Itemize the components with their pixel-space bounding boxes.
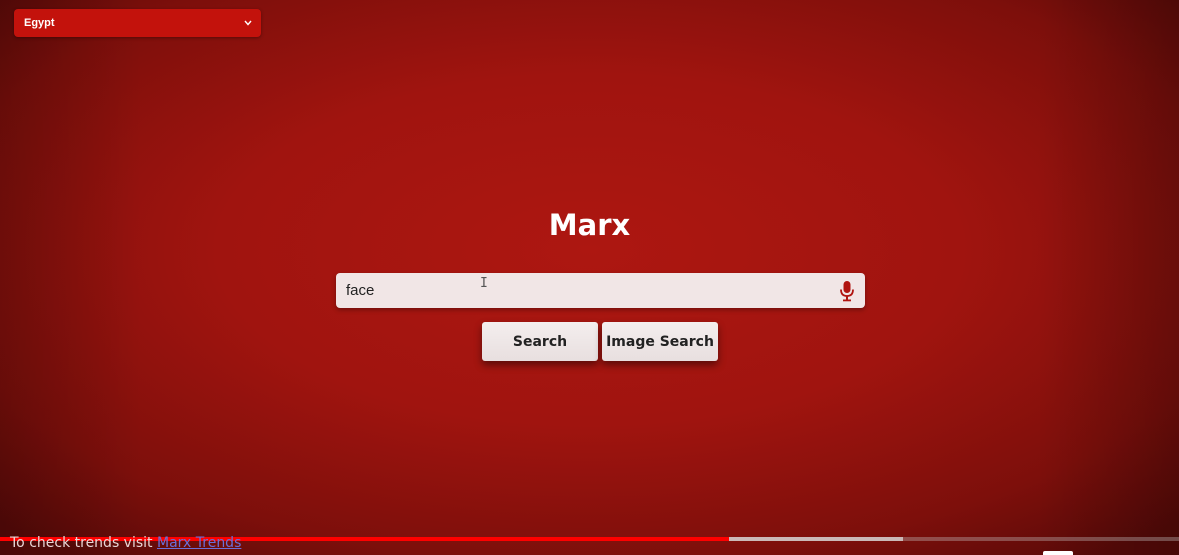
chevron-down-icon: [243, 18, 253, 28]
country-select[interactable]: Egypt: [14, 9, 261, 37]
search-input[interactable]: [336, 273, 826, 308]
marx-trends-link[interactable]: Marx Trends: [157, 535, 241, 551]
microphone-icon[interactable]: [839, 280, 855, 302]
footer-text: To check trends visit: [10, 535, 157, 551]
search-box: I: [336, 273, 865, 308]
country-select-value: Egypt: [24, 17, 55, 29]
search-buttons: Search Image Search: [482, 322, 718, 361]
overlay-chip: [1043, 551, 1073, 555]
brand-title: Marx: [548, 208, 631, 242]
image-search-button[interactable]: Image Search: [602, 322, 718, 361]
footer-trends: To check trends visit Marx Trends: [10, 535, 241, 551]
search-button[interactable]: Search: [482, 322, 598, 361]
